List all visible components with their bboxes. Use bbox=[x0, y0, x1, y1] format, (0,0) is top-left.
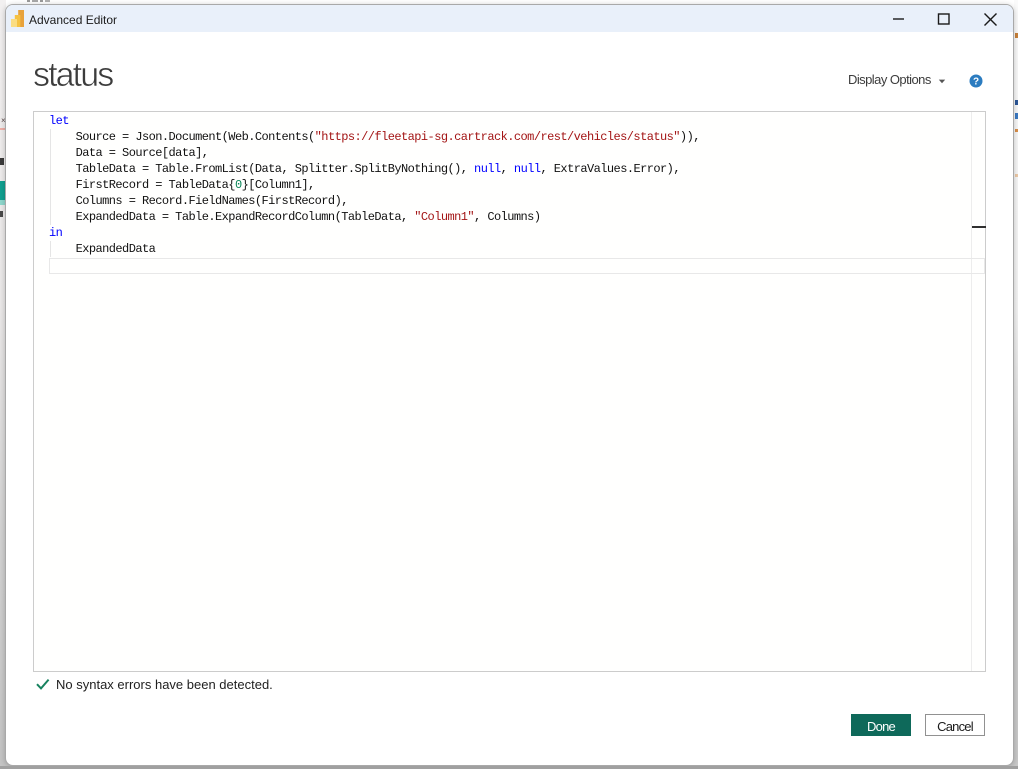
svg-text:?: ? bbox=[973, 76, 979, 87]
